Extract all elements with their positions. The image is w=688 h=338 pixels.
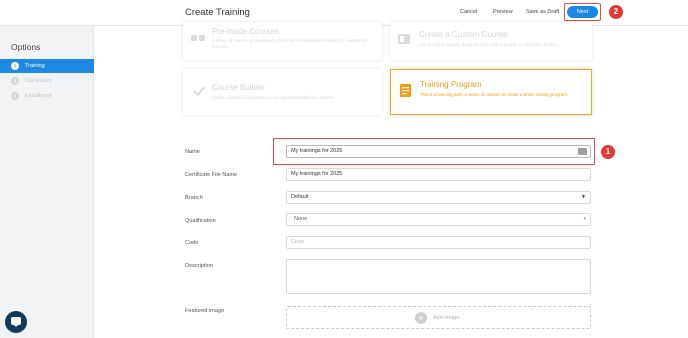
card-custom-course[interactable]: Create a Custom Course Use a custom trai… (390, 22, 592, 60)
custom-course-icon (398, 34, 410, 44)
sidebar-heading: Options (11, 42, 41, 52)
chevron-down-icon: ▾ (583, 216, 586, 222)
branch-select[interactable]: Default ▼ (286, 191, 591, 204)
premade-icon (191, 35, 205, 41)
card-title: Training Program (420, 80, 482, 89)
step-marker-1: 1 (601, 145, 615, 159)
step-number: 3 (11, 92, 19, 100)
step-label: Curriculum (25, 78, 52, 84)
certificate-file-input[interactable]: My trainings for 2025 (286, 168, 591, 181)
chat-icon-tail (13, 324, 19, 327)
card-title: Pre-made Courses (212, 27, 280, 36)
preview-button[interactable]: Preview (493, 9, 513, 15)
step-number: 1 (11, 62, 19, 70)
card-description: Use a custom training template from Cour… (419, 42, 558, 47)
chat-launcher-button[interactable] (5, 311, 27, 333)
description-textarea[interactable] (286, 259, 591, 294)
plus-icon: + (415, 312, 427, 324)
next-button[interactable]: Next (567, 6, 598, 18)
qualification-select[interactable]: None ▾ (286, 213, 591, 226)
card-description: A library of courses professionally desi… (212, 38, 368, 49)
sidebar: Options 1 Training 2 Curriculum 3 Enroll… (0, 26, 94, 338)
save-draft-button[interactable]: Save as Draft (526, 9, 559, 15)
step-label: Enrollment (25, 93, 52, 99)
step-number: 2 (11, 77, 19, 85)
sidebar-step-enrollment[interactable]: 3 Enrollment (0, 89, 94, 103)
cancel-button[interactable]: Cancel (460, 9, 477, 15)
card-course-builder[interactable]: Course Builder Create updated and genera… (183, 69, 382, 115)
chevron-down-icon: ▼ (581, 194, 586, 200)
card-premade-courses[interactable]: Pre-made Courses A library of courses pr… (183, 22, 382, 60)
add-image-label: Add image (433, 315, 460, 321)
card-training-program[interactable]: Training Program This is a learning path… (390, 69, 592, 115)
description-label: Description (185, 263, 213, 269)
page-title: Create Training (185, 7, 250, 18)
card-title: Course Builder (212, 83, 265, 92)
code-placeholder: Code (291, 239, 305, 245)
name-label: Name (185, 149, 200, 155)
certificate-value: My trainings for 2025 (291, 171, 343, 177)
checkmark-icon (193, 86, 205, 97)
branch-label: Branch (185, 195, 203, 201)
qualification-value: None (294, 216, 308, 222)
branch-value: Default (291, 194, 309, 200)
sidebar-step-curriculum[interactable]: 2 Curriculum (0, 74, 94, 88)
featured-image-dropzone[interactable]: + Add image (286, 306, 591, 329)
certificate-label: Certificate File Name (185, 172, 238, 178)
featured-image-label: Featured image (185, 308, 225, 314)
code-label: Code (185, 240, 199, 246)
name-value: My trainings for 2025 (291, 148, 343, 154)
code-input[interactable]: Code (286, 236, 591, 249)
qualification-label: Qualification (185, 218, 216, 224)
card-description: Create updated and general courses profe… (212, 95, 336, 100)
step-label: Training (25, 63, 45, 69)
document-icon (400, 84, 411, 97)
step-marker-2: 2 (609, 5, 623, 19)
card-description: This is a learning path, a series of cou… (420, 92, 569, 97)
card-title: Create a Custom Course (419, 30, 508, 39)
keyboard-icon (578, 148, 587, 155)
sidebar-step-training[interactable]: 1 Training (0, 59, 94, 73)
name-input[interactable]: My trainings for 2025 (286, 145, 591, 158)
